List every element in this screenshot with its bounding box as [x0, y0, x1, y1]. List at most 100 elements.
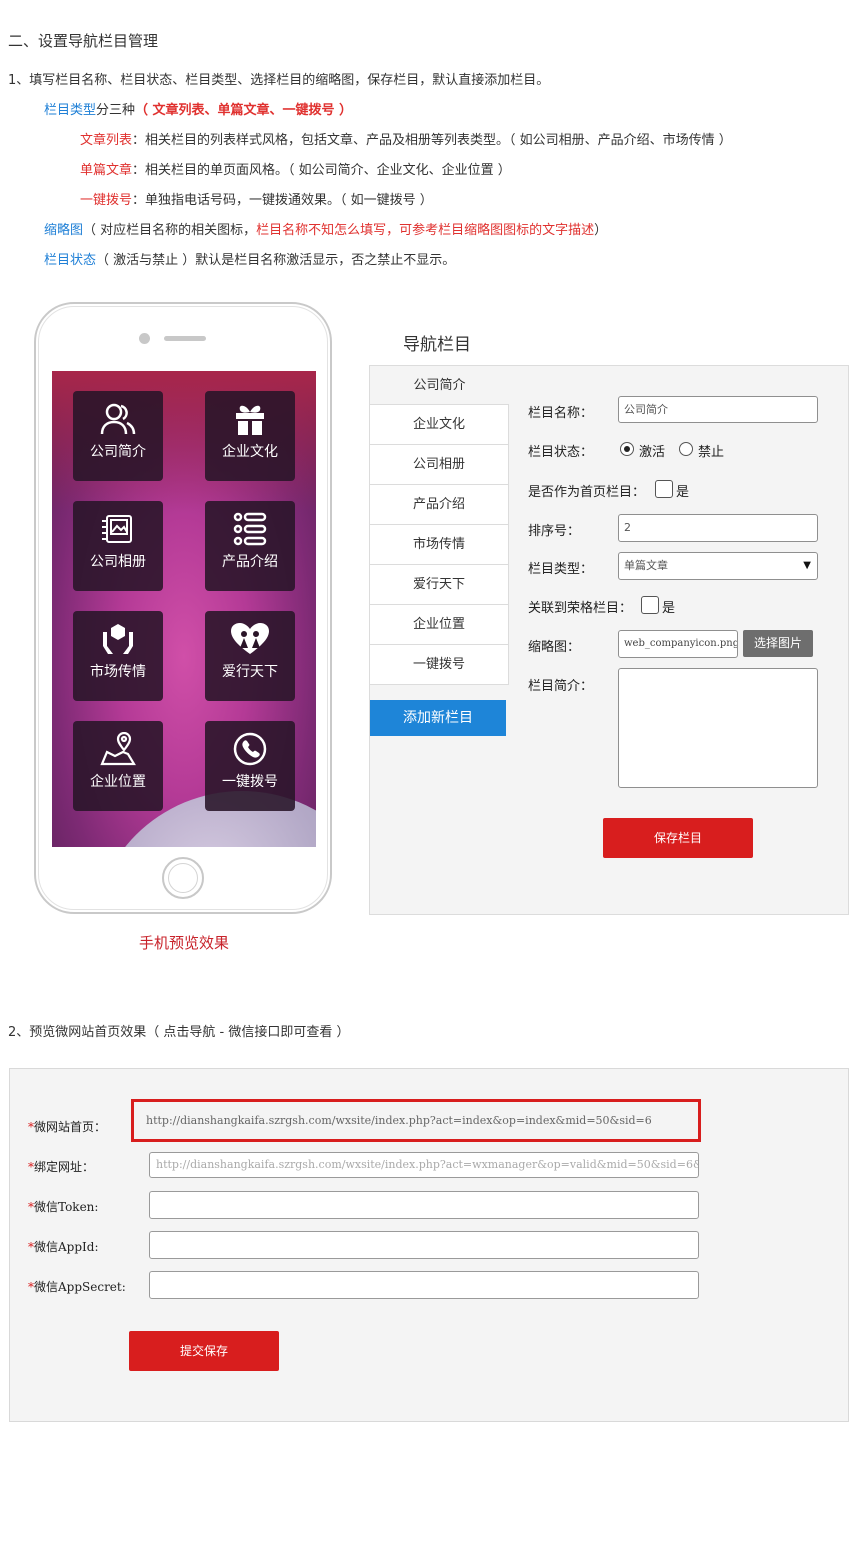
heart-people-icon: [205, 621, 295, 657]
type-select-value: 单篇文章: [624, 559, 668, 572]
types-intro: 分三种: [96, 103, 136, 118]
types-label: 栏目类型: [44, 103, 97, 118]
tile-label: 企业位置: [90, 774, 146, 790]
token-label-row: *微信Token:: [28, 1198, 98, 1215]
link-checkbox[interactable]: [641, 596, 659, 614]
link-label: 关联到荣格栏目：: [528, 601, 633, 616]
phone-speaker: [164, 336, 206, 341]
nav-panel-title: 导航栏目: [403, 335, 471, 355]
album-icon: [73, 511, 163, 547]
bind-url-label: 绑定网址：: [34, 1160, 95, 1174]
appsecret-label-row: *微信AppSecret:: [28, 1278, 126, 1295]
nav-item-corporate-culture[interactable]: 企业文化: [369, 405, 509, 445]
thumb-line: 缩略图（ 对应栏目名称的相关图标，栏目名称不知怎么填写，可参考栏目缩略图图标的文…: [44, 219, 607, 238]
status-line: 栏目状态（ 激活与禁止 ）默认是栏目名称激活显示，否之禁止不显示。: [44, 249, 455, 268]
phone-home-button-inner: [168, 863, 198, 893]
map-pin-icon: [73, 731, 163, 767]
tile-label: 一键拨号: [222, 774, 278, 790]
hands-box-icon: [73, 621, 163, 657]
tile-corporate-culture[interactable]: 企业文化: [205, 391, 295, 481]
types-line: 栏目类型分三种（ 文章列表、单篇文章、一键拨号 ）: [44, 99, 352, 118]
types-list: （ 文章列表、单篇文章、一键拨号 ）: [135, 103, 353, 118]
gift-icon: [205, 401, 295, 437]
nav-list: 公司简介 企业文化 公司相册 产品介绍 市场传情 爱行天下 企业位置 一键拨号: [369, 365, 509, 685]
type-one-click-call-label: 一键拨号: [80, 193, 133, 208]
homepage-yes-label: 是: [676, 485, 690, 500]
thumb-label: 缩略图: [44, 223, 84, 238]
type-article-list-desc: ：相关栏目的列表样式风格，包括文章、产品及相册等列表类型。（ 如公司相册、产品介…: [132, 133, 732, 148]
appid-label-row: *微信AppId:: [28, 1238, 99, 1255]
submit-save-button[interactable]: 提交保存: [129, 1331, 279, 1371]
token-label: 微信Token:: [34, 1200, 99, 1214]
type-single-article-desc: ：相关栏目的单页面风格。（ 如公司简介、企业文化、企业位置 ）: [132, 163, 511, 178]
intro-label: 栏目简介：: [528, 679, 594, 694]
column-intro-textarea[interactable]: [618, 668, 818, 788]
homepage-label: 是否作为首页栏目：: [528, 485, 646, 500]
home-url-highlight-box: [131, 1099, 701, 1142]
status-label: 栏目状态：: [528, 445, 594, 460]
section-title-nav-management: 二、设置导航栏目管理: [8, 32, 159, 50]
type-single-article-label: 单篇文章: [80, 163, 133, 178]
tile-label: 爱行天下: [222, 664, 278, 680]
tile-love-world[interactable]: 爱行天下: [205, 611, 295, 701]
status-active-label: 激活: [639, 445, 666, 460]
nav-item-company-album[interactable]: 公司相册: [369, 445, 509, 485]
people-icon: [73, 401, 163, 437]
home-url-label: 微网站首页：: [34, 1120, 107, 1134]
link-yes-label: 是: [662, 601, 676, 616]
add-column-button[interactable]: 添加新栏目: [370, 700, 506, 736]
home-url-label-row: *微网站首页：: [28, 1118, 106, 1135]
tile-company-intro[interactable]: 公司简介: [73, 391, 163, 481]
type-article-list-label: 文章列表: [80, 133, 133, 148]
phone-camera: [139, 333, 150, 344]
thumb-desc2: 栏目名称不知怎么填写，可参考栏目缩略图图标的文字描述: [256, 223, 595, 238]
type-select[interactable]: 单篇文章 ▼: [618, 552, 818, 580]
save-column-button[interactable]: 保存栏目: [603, 818, 753, 858]
thumb-filename-input[interactable]: web_companyicon.png: [618, 630, 738, 658]
name-label: 栏目名称：: [528, 406, 594, 421]
bind-url-input[interactable]: http://dianshangkaifa.szrgsh.com/wxsite/…: [149, 1152, 699, 1178]
status-active-radio[interactable]: [620, 442, 634, 456]
nav-item-company-location[interactable]: 企业位置: [369, 605, 509, 645]
nav-item-company-intro[interactable]: 公司简介: [369, 365, 509, 405]
appid-input[interactable]: [149, 1231, 699, 1259]
tile-one-click-call[interactable]: 一键拨号: [205, 721, 295, 811]
dropdown-arrow-icon: ▼: [803, 560, 811, 571]
type-single-article-line: 单篇文章：相关栏目的单页面风格。（ 如公司简介、企业文化、企业位置 ）: [80, 159, 511, 178]
status-desc: （ 激活与禁止 ）默认是栏目名称激活显示，否之禁止不显示。: [96, 253, 456, 268]
tile-company-location[interactable]: 企业位置: [73, 721, 163, 811]
homepage-checkbox[interactable]: [655, 480, 673, 498]
thumb-label-form: 缩略图：: [528, 640, 581, 655]
type-one-click-call-desc: ：单独指电话号码，一键拨通效果。（ 如一键拨号 ）: [132, 193, 433, 208]
order-input[interactable]: 2: [618, 514, 818, 542]
tile-label: 公司简介: [90, 444, 146, 460]
tile-product-intro[interactable]: 产品介绍: [205, 501, 295, 591]
status-disabled-label: 禁止: [698, 445, 725, 460]
status-label: 栏目状态: [44, 253, 97, 268]
nav-item-product-intro[interactable]: 产品介绍: [369, 485, 509, 525]
tile-label: 产品介绍: [222, 554, 278, 570]
phone-preview-caption: 手机预览效果: [138, 934, 229, 952]
nav-item-one-click-call[interactable]: 一键拨号: [369, 645, 509, 685]
nav-item-market-affection[interactable]: 市场传情: [369, 525, 509, 565]
column-name-input[interactable]: 公司简介: [618, 396, 818, 423]
nav-item-love-world[interactable]: 爱行天下: [369, 565, 509, 605]
type-label: 栏目类型：: [528, 562, 594, 577]
choose-image-button[interactable]: 选择图片: [743, 630, 813, 657]
appsecret-label: 微信AppSecret:: [34, 1280, 126, 1294]
tile-company-album[interactable]: 公司相册: [73, 501, 163, 591]
section2-title: 2、预览微网站首页效果（ 点击导航 - 微信接口即可查看 ）: [8, 1025, 350, 1040]
phone-screen: 公司简介 企业文化 公司相册 产品介绍 市场传情 爱行天下 企业位置 一键拨号: [52, 371, 316, 847]
thumb-desc1: （ 对应栏目名称的相关图标，: [83, 223, 257, 238]
bind-url-label-row: *绑定网址：: [28, 1158, 94, 1175]
tile-market-affection[interactable]: 市场传情: [73, 611, 163, 701]
appid-label: 微信AppId:: [34, 1240, 99, 1254]
appsecret-input[interactable]: [149, 1271, 699, 1299]
thumb-desc3: ）: [594, 223, 608, 238]
token-input[interactable]: [149, 1191, 699, 1219]
status-disabled-radio[interactable]: [679, 442, 693, 456]
tile-label: 企业文化: [222, 444, 278, 460]
list-icon: [205, 511, 295, 547]
tile-label: 公司相册: [90, 554, 146, 570]
step1-text: 1、填写栏目名称、栏目状态、栏目类型、选择栏目的缩略图，保存栏目，默认直接添加栏…: [8, 73, 550, 88]
